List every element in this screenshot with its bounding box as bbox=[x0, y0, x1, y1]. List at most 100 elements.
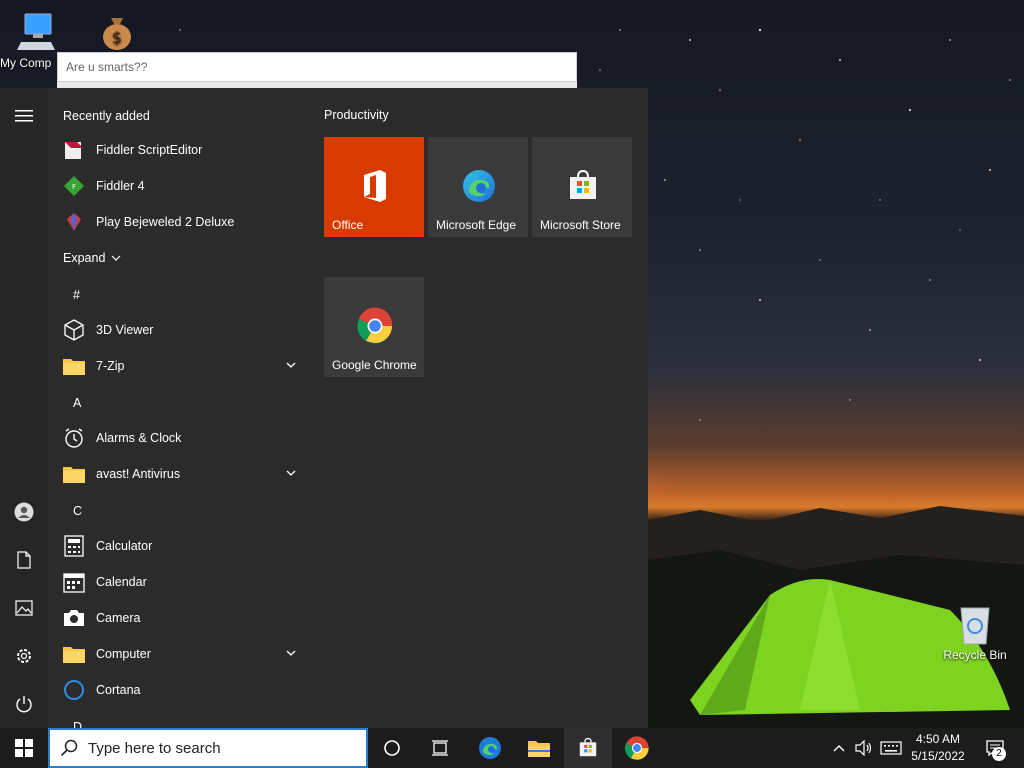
show-hidden-icons-button[interactable] bbox=[828, 728, 850, 768]
power-button[interactable] bbox=[0, 682, 48, 726]
task-view-icon bbox=[432, 740, 448, 756]
camera-icon bbox=[62, 606, 86, 630]
expand-button[interactable]: Expand bbox=[62, 240, 306, 276]
taskbar-search-box[interactable] bbox=[48, 728, 368, 768]
windows-logo-icon bbox=[15, 739, 33, 757]
task-view-button[interactable] bbox=[416, 728, 464, 768]
chevron-up-icon bbox=[833, 745, 845, 752]
pictures-button[interactable] bbox=[0, 586, 48, 630]
taskbar-store-button[interactable] bbox=[564, 728, 612, 768]
group-letter-a[interactable]: A bbox=[73, 396, 81, 410]
taskbar-file-explorer-button[interactable] bbox=[515, 728, 563, 768]
flyout-search-input[interactable] bbox=[58, 53, 576, 81]
app-3d-viewer[interactable]: 3D Viewer bbox=[62, 312, 306, 348]
hamburger-icon bbox=[15, 110, 33, 122]
desktop-icon-label: Recycle Bin bbox=[943, 648, 1007, 662]
chevron-down-icon[interactable] bbox=[284, 358, 298, 372]
chevron-down-icon[interactable] bbox=[284, 466, 298, 480]
group-letter-hash[interactable]: # bbox=[73, 288, 80, 302]
bejeweled-icon bbox=[62, 210, 86, 234]
app-fiddler-scripteditor[interactable]: Fiddler ScriptEditor bbox=[62, 132, 306, 168]
documents-button[interactable] bbox=[0, 538, 48, 582]
cube-icon bbox=[62, 318, 86, 342]
chevron-down-icon[interactable] bbox=[284, 646, 298, 660]
volume-button[interactable] bbox=[852, 728, 876, 768]
folder-icon bbox=[528, 741, 550, 757]
app-fiddler-4[interactable]: F Fiddler 4 bbox=[62, 168, 306, 204]
start-menu: Recently added Fiddler ScriptEditor F Fi… bbox=[0, 88, 648, 728]
desktop-icon-recycle-bin[interactable]: Recycle Bin bbox=[940, 602, 1010, 662]
app-7-zip[interactable]: 7-Zip bbox=[62, 348, 306, 384]
taskbar-chrome-button[interactable] bbox=[613, 728, 661, 768]
calculator-icon bbox=[62, 534, 86, 558]
taskbar-search-input[interactable] bbox=[88, 739, 348, 757]
speaker-icon bbox=[855, 740, 872, 756]
touch-keyboard-button[interactable] bbox=[877, 728, 905, 768]
folder-icon bbox=[62, 354, 86, 378]
picture-icon bbox=[15, 600, 33, 616]
app-label: 7-Zip bbox=[96, 359, 125, 373]
cortana-button[interactable] bbox=[368, 728, 416, 768]
search-icon bbox=[60, 739, 78, 757]
start-rail bbox=[0, 88, 48, 728]
svg-text:$: $ bbox=[112, 28, 122, 47]
tile-microsoft-edge[interactable]: Microsoft Edge bbox=[428, 137, 528, 237]
recycle-bin-icon bbox=[953, 602, 997, 646]
tiles-group-heading[interactable]: Productivity bbox=[324, 108, 389, 122]
group-letter-c[interactable]: C bbox=[73, 504, 82, 518]
start-button[interactable] bbox=[0, 728, 48, 768]
taskbar-edge-button[interactable] bbox=[466, 728, 514, 768]
alarm-clock-icon bbox=[62, 426, 86, 450]
cortana-icon bbox=[62, 678, 86, 702]
desktop-icon-money-bag[interactable]: $ bbox=[82, 10, 152, 56]
office-icon bbox=[364, 170, 386, 202]
app-label: Camera bbox=[96, 611, 141, 625]
app-label: Calculator bbox=[96, 539, 153, 553]
clock-time: 4:50 AM bbox=[915, 732, 961, 746]
tiles-area: Productivity Office Microsoft Edge Micro… bbox=[310, 88, 648, 728]
svg-text:F: F bbox=[72, 183, 76, 191]
keyboard-icon bbox=[880, 741, 902, 755]
edge-icon bbox=[479, 737, 501, 759]
fiddler-scripteditor-icon bbox=[62, 138, 86, 162]
chevron-down-icon bbox=[111, 255, 121, 261]
settings-button[interactable] bbox=[0, 634, 48, 678]
app-cortana[interactable]: Cortana bbox=[62, 672, 306, 708]
system-clock[interactable]: 4:50 AM 5/15/2022 bbox=[906, 731, 970, 765]
cortana-icon bbox=[384, 740, 400, 756]
chrome-icon bbox=[357, 307, 393, 344]
taskbar: 4:50 AM 5/15/2022 2 bbox=[0, 728, 1024, 768]
notification-count-badge: 2 bbox=[992, 747, 1006, 761]
user-icon bbox=[14, 502, 34, 522]
store-icon bbox=[579, 737, 597, 757]
hamburger-button[interactable] bbox=[0, 94, 48, 138]
app-label: Alarms & Clock bbox=[96, 431, 182, 445]
group-letter-d[interactable]: D bbox=[73, 720, 82, 728]
app-label: Cortana bbox=[96, 683, 141, 697]
tile-label: Microsoft Edge bbox=[436, 218, 517, 232]
app-avast-antivirus[interactable]: avast! Antivirus bbox=[62, 456, 306, 492]
flyout-search-box[interactable] bbox=[57, 52, 577, 82]
fiddler-icon: F bbox=[62, 174, 86, 198]
tile-label: Microsoft Store bbox=[540, 218, 621, 232]
power-icon bbox=[16, 696, 32, 713]
app-computer[interactable]: Computer bbox=[62, 636, 306, 672]
tile-label: Office bbox=[332, 218, 364, 232]
app-calculator[interactable]: Calculator bbox=[62, 528, 306, 564]
tile-office[interactable]: Office bbox=[324, 137, 424, 237]
app-label: 3D Viewer bbox=[96, 323, 154, 337]
app-alarms-clock[interactable]: Alarms & Clock bbox=[62, 420, 306, 456]
calendar-icon bbox=[62, 570, 86, 594]
chrome-icon bbox=[624, 736, 649, 760]
app-bejeweled[interactable]: Play Bejeweled 2 Deluxe bbox=[62, 204, 306, 240]
computer-icon bbox=[15, 10, 59, 54]
user-account-button[interactable] bbox=[0, 490, 48, 534]
tile-microsoft-store[interactable]: Microsoft Store bbox=[532, 137, 632, 237]
tile-google-chrome[interactable]: Google Chrome bbox=[324, 277, 424, 377]
money-bag-icon: $ bbox=[95, 10, 139, 54]
app-label: Computer bbox=[96, 647, 151, 661]
app-calendar[interactable]: Calendar bbox=[62, 564, 306, 600]
app-camera[interactable]: Camera bbox=[62, 600, 306, 636]
expand-label: Expand bbox=[63, 251, 106, 265]
document-icon bbox=[17, 551, 31, 569]
